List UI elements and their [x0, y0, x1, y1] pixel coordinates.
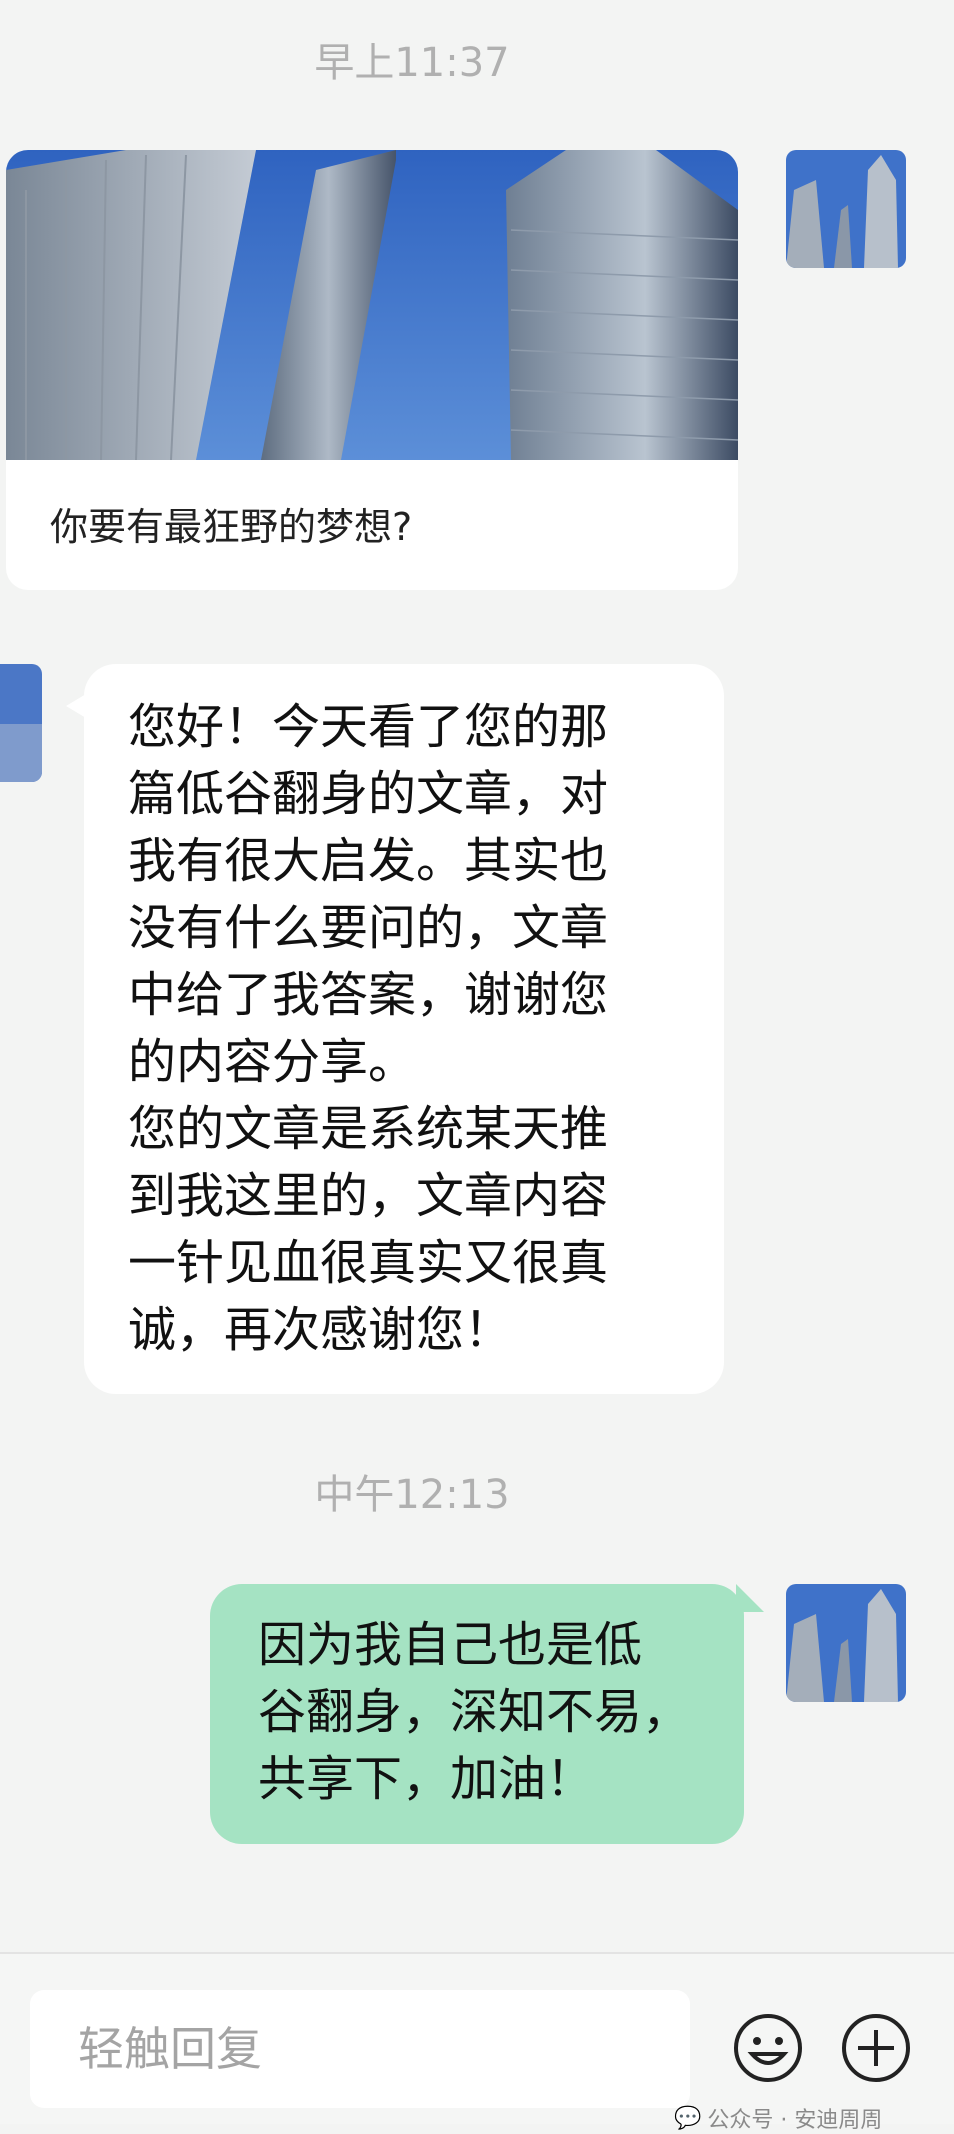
watermark-text: 公众号 · 安迪周周: [707, 2108, 883, 2133]
watermark: 💬 公众号 · 安迪周周: [674, 2102, 882, 2134]
emoji-icon[interactable]: [732, 2012, 804, 2084]
card-caption: 你要有最狂野的梦想?: [50, 505, 413, 549]
contact-avatar[interactable]: [0, 664, 42, 782]
wechat-icon: 💬: [674, 2105, 702, 2131]
skyscraper-photo: [6, 150, 738, 460]
outgoing-message-bubble[interactable]: 因为我自己也是低 谷翻身，深知不易， 共享下，加油！: [210, 1584, 744, 1844]
plus-icon[interactable]: [840, 2012, 912, 2084]
timestamp-noon: 中午12:13: [314, 1472, 510, 1518]
shared-link-card[interactable]: 你要有最狂野的梦想?: [6, 150, 738, 590]
incoming-message-bubble[interactable]: 您好！今天看了您的那 篇低谷翻身的文章，对 我有很大启发。其实也 没有什么要问的…: [66, 664, 724, 1394]
reply-input[interactable]: [30, 1990, 690, 2108]
user-avatar[interactable]: [786, 150, 906, 268]
user-avatar-2[interactable]: [786, 1584, 906, 1702]
avatar-image: [786, 150, 906, 268]
reply-bar: [0, 1952, 954, 2124]
incoming-message-text: 您好！今天看了您的那 篇低谷翻身的文章，对 我有很大启发。其实也 没有什么要问的…: [128, 699, 609, 1358]
outgoing-message-text: 因为我自己也是低 谷翻身，深知不易， 共享下，加油！: [258, 1617, 691, 1807]
contact-avatar-image: [0, 664, 42, 782]
timestamp-morning: 早上11:37: [314, 40, 510, 86]
avatar-image-2: [786, 1584, 906, 1702]
